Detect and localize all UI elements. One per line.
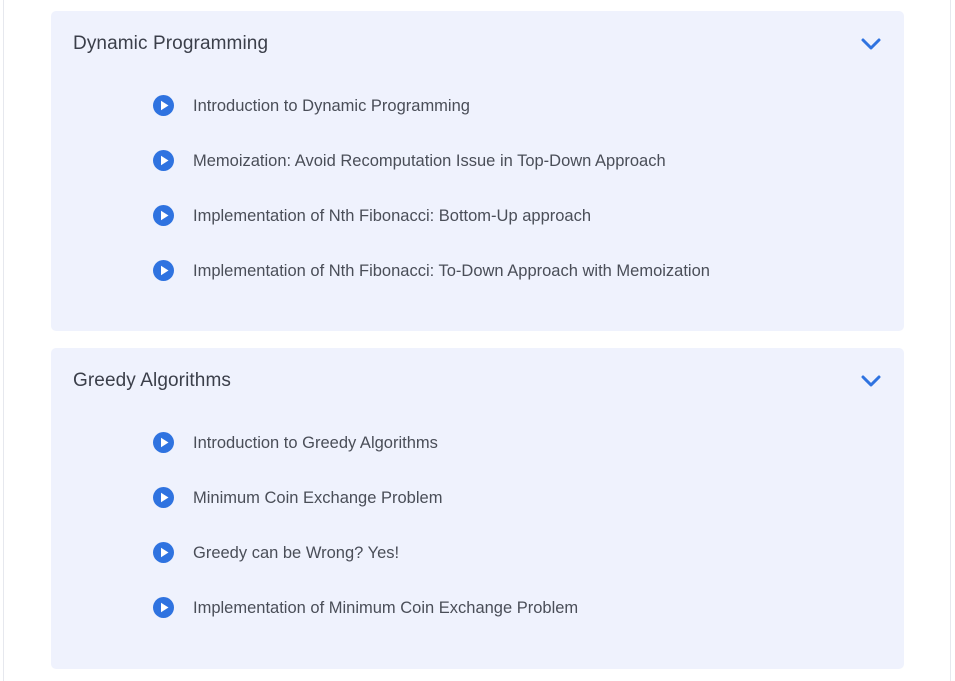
lesson-list: Introduction to Greedy Algorithms Minimu…: [51, 414, 904, 634]
accordion-header[interactable]: Greedy Algorithms: [51, 348, 904, 414]
lesson-title: Implementation of Minimum Coin Exchange …: [193, 599, 579, 617]
section-title: Greedy Algorithms: [73, 370, 231, 391]
lesson-title: Introduction to Greedy Algorithms: [193, 434, 438, 452]
lesson-item[interactable]: Introduction to Greedy Algorithms: [51, 414, 904, 469]
accordion-greedy-algorithms: Greedy Algorithms Introduction to Greedy…: [51, 348, 904, 669]
page-border-left: [3, 0, 4, 681]
play-circle-icon: [153, 260, 174, 281]
play-circle-icon: [153, 150, 174, 171]
play-circle-icon: [153, 95, 174, 116]
lesson-item[interactable]: Minimum Coin Exchange Problem: [51, 469, 904, 524]
lesson-item[interactable]: Greedy can be Wrong? Yes!: [51, 524, 904, 579]
lesson-title: Minimum Coin Exchange Problem: [193, 489, 443, 507]
lesson-title: Implementation of Nth Fibonacci: Bottom-…: [193, 207, 592, 225]
play-circle-icon: [153, 597, 174, 618]
play-circle-icon: [153, 432, 174, 453]
lesson-title: Introduction to Dynamic Programming: [193, 97, 470, 115]
lesson-title: Memoization: Avoid Recomputation Issue i…: [193, 152, 666, 170]
section-title: Dynamic Programming: [73, 33, 269, 54]
lesson-title: Implementation of Nth Fibonacci: To-Down…: [193, 262, 710, 280]
lesson-item[interactable]: Memoization: Avoid Recomputation Issue i…: [51, 132, 904, 187]
play-circle-icon: [153, 487, 174, 508]
lesson-item[interactable]: Implementation of Nth Fibonacci: Bottom-…: [51, 187, 904, 242]
accordion-header[interactable]: Dynamic Programming: [51, 11, 904, 77]
play-circle-icon: [153, 542, 174, 563]
lesson-item[interactable]: Implementation of Nth Fibonacci: To-Down…: [51, 242, 904, 297]
accordion-dynamic-programming: Dynamic Programming Introduction to Dyna…: [51, 11, 904, 331]
chevron-down-icon[interactable]: [860, 36, 882, 52]
page-border-right: [950, 0, 951, 681]
lesson-list: Introduction to Dynamic Programming Memo…: [51, 77, 904, 297]
lesson-title: Greedy can be Wrong? Yes!: [193, 544, 400, 562]
play-circle-icon: [153, 205, 174, 226]
chevron-down-icon[interactable]: [860, 373, 882, 389]
lesson-item[interactable]: Introduction to Dynamic Programming: [51, 77, 904, 132]
lesson-item[interactable]: Implementation of Minimum Coin Exchange …: [51, 579, 904, 634]
